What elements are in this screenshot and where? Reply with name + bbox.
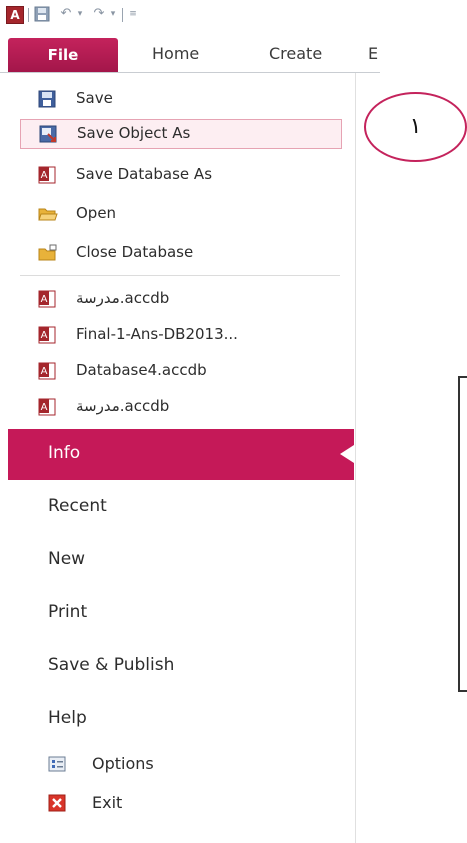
tab-new[interactable]: New [48, 549, 85, 569]
save-object-as-icon [39, 125, 57, 143]
tab-recent[interactable]: Recent [48, 496, 107, 516]
access-db-icon: A [38, 326, 56, 344]
tab-external-data[interactable]: E [368, 44, 378, 63]
save-button[interactable]: Save [20, 85, 340, 113]
recent-file-label: Final-1-Ans-DB2013... [76, 325, 238, 343]
exit-button[interactable]: Exit [48, 790, 348, 818]
toolbar-separator [122, 8, 123, 22]
access-db-icon: A [38, 166, 56, 184]
recent-file-2[interactable]: A Final-1-Ans-DB2013... [20, 321, 340, 349]
tab-help[interactable]: Help [48, 708, 87, 728]
svg-text:A: A [41, 402, 48, 413]
recent-file-1[interactable]: A مدرسة.accdb [20, 285, 340, 313]
undo-icon[interactable]: ↶ [58, 6, 74, 22]
access-db-icon: A [38, 398, 56, 416]
info-label: Info [48, 443, 81, 463]
save-object-as-label: Save Object As [77, 124, 191, 142]
recent-file-3[interactable]: A Database4.accdb [20, 357, 340, 385]
access-db-icon: A [38, 290, 56, 308]
svg-text:A: A [41, 330, 48, 341]
undo-dropdown-icon[interactable]: ▾ [75, 7, 85, 21]
open-button[interactable]: Open [20, 200, 340, 228]
exit-label: Exit [92, 793, 123, 812]
close-database-button[interactable]: Close Database [20, 239, 340, 267]
tab-home[interactable]: Home [152, 44, 199, 63]
open-folder-icon [38, 205, 58, 223]
save-icon[interactable] [34, 6, 50, 22]
recent-file-4[interactable]: A مدرسة.accdb [20, 393, 340, 421]
app-icon[interactable]: A [6, 6, 24, 24]
toolbar-separator [28, 8, 29, 22]
options-icon [48, 755, 66, 773]
options-label: Options [92, 754, 154, 773]
options-button[interactable]: Options [48, 751, 348, 779]
recent-file-label: مدرسة.accdb [76, 397, 170, 415]
close-folder-icon [38, 244, 57, 262]
access-db-icon: A [38, 362, 56, 380]
close-database-label: Close Database [76, 243, 194, 261]
redo-dropdown-icon[interactable]: ▾ [108, 7, 118, 21]
recent-file-label: مدرسة.accdb [76, 289, 170, 307]
annotation-number: ١ [409, 114, 422, 139]
side-panel-edge [458, 376, 467, 692]
customize-qat-icon[interactable]: ≡ [128, 7, 138, 21]
save-object-as-button[interactable]: Save Object As [20, 119, 342, 149]
exit-icon [48, 794, 66, 812]
svg-text:A: A [41, 294, 48, 305]
save-database-as-button[interactable]: A Save Database As [20, 161, 340, 189]
save-label: Save [76, 89, 113, 107]
annotation-circle: ١ [364, 92, 467, 162]
save-database-as-label: Save Database As [76, 165, 213, 183]
tab-file[interactable]: File [8, 38, 118, 72]
save-icon [38, 90, 56, 108]
redo-icon[interactable]: ↷ [91, 6, 107, 22]
tab-info[interactable]: Info [8, 429, 354, 480]
quick-access-toolbar: A ↶ ▾ ↷ ▾ ≡ [0, 0, 380, 36]
active-indicator [340, 445, 354, 463]
tab-create[interactable]: Create [269, 44, 322, 63]
svg-text:A: A [41, 366, 48, 377]
recent-file-label: Database4.accdb [76, 361, 207, 379]
svg-text:A: A [41, 170, 48, 181]
open-label: Open [76, 204, 117, 222]
tab-save-publish[interactable]: Save & Publish [48, 655, 174, 675]
tab-print[interactable]: Print [48, 602, 87, 622]
divider [20, 275, 340, 276]
